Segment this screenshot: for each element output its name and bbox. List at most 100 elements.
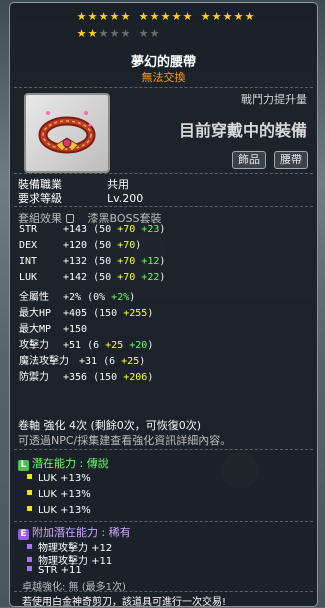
equipped-label: 目前穿戴中的裝備 (178, 121, 307, 140)
stat-bonus: +255 (123, 308, 148, 319)
item-icon-frame (24, 93, 110, 173)
star-group: ★ ★ ★ ★ ★ (138, 11, 193, 22)
star-filled-icon: ★ (244, 10, 255, 23)
bullet-icon (27, 557, 32, 562)
stat-bonus: +70 (117, 256, 136, 267)
potential-title-row: L 潛在能力 : 傳說 (18, 455, 109, 471)
star-empty-icon: ★ (149, 27, 160, 40)
item-tooltip: ★ ★ ★ ★ ★ ★ ★ ★ ★ ★ ★ ★ ★ ★ ★ ★ ★ ★ ★ ★ ★ ★ 夢幻的腰帶 無法交換 戰鬥力提升… (9, 2, 318, 608)
star-filled-icon: ★ (149, 10, 160, 23)
stat-enhance: +22 (141, 272, 160, 283)
bullet-icon (27, 566, 32, 571)
stat-bonus: +70 (117, 224, 136, 235)
tag-accessory: 飾品 (232, 151, 266, 169)
bullet-icon (27, 474, 32, 479)
star-empty-icon: ★ (98, 27, 109, 40)
transcend-info: 卓越強化: 無 (最多1次) (22, 582, 126, 593)
stat-total: +51 (63, 340, 82, 351)
stat-total: +31 (79, 356, 98, 367)
divider (14, 173, 313, 174)
stat-bonus: +25 (105, 340, 124, 351)
stat-total: +2% (63, 292, 82, 303)
starforce-row-2: ★ ★ ★ ★ ★ ★ ★ (76, 28, 167, 39)
stat-bonus: +206 (123, 372, 148, 383)
level-value: Lv.200 (107, 192, 144, 205)
star-filled-icon: ★ (200, 10, 211, 23)
stat-total: +132 (63, 256, 88, 267)
star-empty-icon: ★ (138, 27, 149, 40)
stat-row-3: LUK +142 (50 +70 +22) (19, 272, 166, 283)
divider (14, 87, 313, 88)
stat-bonus: +70 (117, 272, 136, 283)
stat-row-1: DEX +120 (50 +70) (19, 240, 142, 251)
stat-name: 攻擊力 (19, 340, 49, 351)
stat-total: +356 (63, 372, 88, 383)
star-filled-icon: ★ (182, 10, 193, 23)
potential-line: LUK +13% (27, 473, 91, 484)
star-empty-icon: ★ (109, 27, 120, 40)
star-empty-icon: ★ (120, 27, 131, 40)
stat-enhance: +2% (111, 292, 130, 303)
stat-name: 防禦力 (19, 372, 49, 383)
belt-icon (38, 111, 96, 154)
stat-bonus: +25 (121, 356, 140, 367)
star-filled-icon: ★ (138, 10, 149, 23)
trade-status: 無法交換 (141, 71, 186, 84)
star-group: ★ ★ ★ ★ ★ (200, 11, 255, 22)
stat-enhance: +12 (141, 256, 160, 267)
star-filled-icon: ★ (87, 10, 98, 23)
level-row: 要求等級 Lv.200 (18, 190, 143, 206)
stat-total: +405 (63, 308, 88, 319)
stat-name: 魔法攻擊力 (19, 356, 69, 367)
additional-potential-line: STR +11 (27, 565, 82, 576)
npc-info: 可透過NPC/採集建查看強化資訊詳細內容。 (18, 434, 232, 447)
stat-total: +143 (63, 224, 88, 235)
stat-name: INT (19, 256, 38, 267)
potential-line: LUK +13% (27, 489, 91, 500)
stat-row-5: 最大HP +405 (150 +255) (19, 304, 153, 319)
star-filled-icon: ★ (76, 27, 87, 40)
stat-bonus: +70 (117, 240, 136, 251)
stat-total: +120 (63, 240, 88, 251)
star-group: ★ ★ ★ ★ ★ (76, 11, 131, 22)
bullet-icon (27, 544, 32, 549)
starforce-row-1: ★ ★ ★ ★ ★ ★ ★ ★ ★ ★ ★ ★ ★ ★ ★ (76, 11, 262, 22)
star-group: ★ ★ (138, 28, 160, 39)
stat-row-7: 攻擊力 +51 (6 +25 +20) (19, 336, 153, 351)
star-filled-icon: ★ (87, 27, 98, 40)
star-filled-icon: ★ (222, 10, 233, 23)
star-group: ★ ★ ★ ★ ★ (76, 28, 131, 39)
star-filled-icon: ★ (211, 10, 222, 23)
stat-name: STR (19, 224, 38, 235)
bullet-icon (27, 506, 32, 511)
star-filled-icon: ★ (171, 10, 182, 23)
combat-power-label: 戰鬥力提升量 (241, 93, 307, 106)
stat-total: +142 (63, 272, 88, 283)
additional-potential-title: 附加潛在能力 : 稀有 (32, 526, 131, 539)
star-filled-icon: ★ (109, 10, 120, 23)
star-filled-icon: ★ (98, 10, 109, 23)
bullet-icon (27, 490, 32, 495)
stat-row-0: STR +143 (50 +70 +23) (19, 224, 166, 235)
stat-enhance: +23 (141, 224, 160, 235)
legendary-badge-icon: L (18, 460, 29, 471)
star-filled-icon: ★ (160, 10, 171, 23)
stat-name: 最大MP (19, 324, 52, 335)
stat-enhance: +20 (129, 340, 148, 351)
item-name: 夢幻的腰帶 (130, 55, 196, 70)
stat-row-6: 最大MP +150 (19, 320, 87, 335)
lock-icon (66, 214, 74, 223)
stat-name: LUK (19, 272, 38, 283)
tag-belt: 腰帶 (274, 151, 308, 169)
potential-title: 潛在能力 : 傳說 (32, 457, 109, 470)
potential-line: LUK +13% (27, 505, 91, 516)
scroll-info: 卷軸 強化 4次 (剩餘0次，可恢復0次) (18, 419, 202, 432)
stat-row-9: 防禦力 +356 (150 +206) (19, 368, 153, 383)
divider (14, 449, 313, 450)
stat-row-4: 全屬性 +2% (0% +2%) (19, 288, 135, 303)
footer-notice: 若使用白金神奇剪刀，該道具可進行一次交易! (22, 597, 227, 608)
star-filled-icon: ★ (233, 10, 244, 23)
stat-name: 最大HP (19, 308, 52, 319)
star-filled-icon: ★ (76, 10, 87, 23)
stat-row-2: INT +132 (50 +70 +12) (19, 256, 166, 267)
